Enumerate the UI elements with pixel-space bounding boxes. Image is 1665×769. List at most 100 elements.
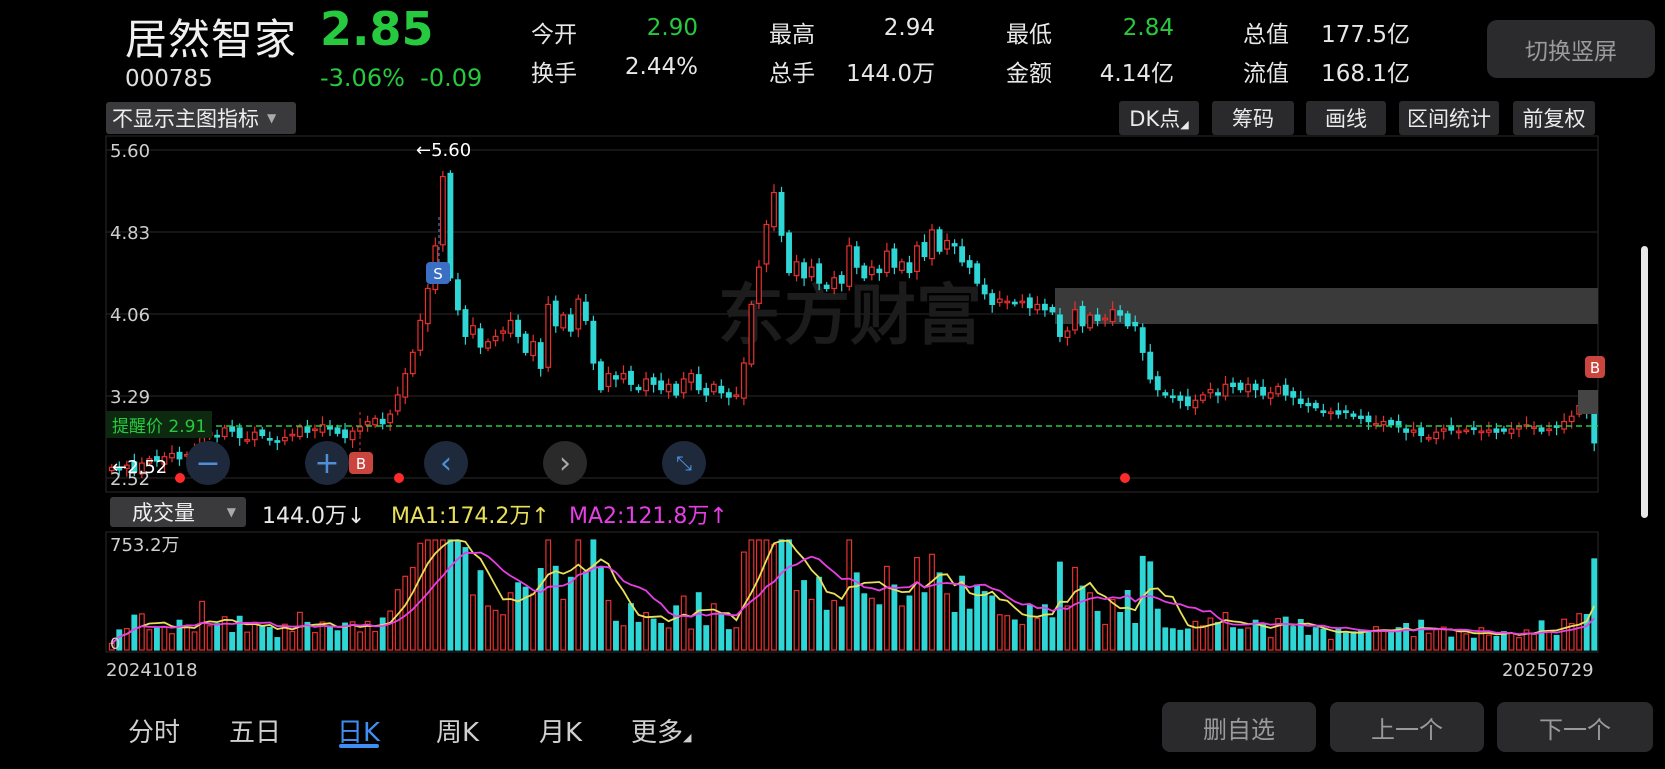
volume-bar [379,617,386,651]
volume-select[interactable]: 成交量 ▼ [110,497,246,527]
volume-bar [266,626,273,651]
candle-body [1425,436,1432,440]
volume-bar [1132,622,1139,651]
candle-body [771,191,777,228]
candle-body [1388,419,1394,426]
candle-body [470,325,476,335]
volume-bar [1508,632,1515,651]
candle-body [1335,410,1342,415]
volume-bar [620,625,627,651]
previous-stock-button[interactable]: 上一个 [1330,702,1484,752]
volume-bar [515,582,522,651]
plus-icon: + [314,445,340,481]
candle-body [1079,305,1086,327]
volume-bar [921,592,928,651]
volume-bar [966,608,973,651]
volume-bar [221,616,228,651]
volume-bar [296,611,303,651]
volume-bar [771,543,777,651]
tab-weekly-k[interactable]: 周K [436,712,479,749]
volume-bar [1109,599,1116,651]
collapse-button[interactable]: ⤡ [662,441,706,485]
volume-bar [695,592,702,651]
tab-monthly-k[interactable]: 月K [539,712,582,749]
candle-body [1561,420,1568,430]
volume-bar [823,609,830,651]
candle-body [560,314,567,329]
tab-five-day[interactable]: 五日 [229,712,281,749]
event-dot [1120,473,1130,483]
next-stock-button[interactable]: 下一个 [1497,702,1653,752]
candle-body [176,451,183,460]
volume-bar [793,589,800,651]
candle-body [372,417,379,426]
candle-body [229,426,236,432]
volume-max-label: 753.2万 [110,535,180,556]
kline-chart[interactable]: 东方财富 5.604.834.063.292.52 ←5.60 ←2.52 S … [0,0,1665,769]
candle-body [1252,383,1259,391]
volume-bar [801,580,808,651]
volume-bar [1154,608,1161,651]
volume-bar [1576,613,1583,651]
event-dot [394,473,404,483]
candle-body [868,266,875,276]
candle-body [838,275,845,284]
candle-body [1493,428,1500,433]
volume-bar [1049,617,1056,651]
volume-bar [327,625,333,651]
tab-intraday[interactable]: 分时 [128,712,180,749]
tab-more[interactable]: 更多◢ [631,712,691,749]
volume-bar [417,542,424,651]
volume-bar [485,605,491,651]
candle-body [477,328,484,348]
gray-range-band [1055,288,1598,324]
volume-bar [357,631,364,651]
candle-body [1230,382,1236,388]
candle-body [1004,300,1011,304]
scrollbar[interactable] [1641,246,1648,518]
candle-body [846,245,853,287]
volume-bar [537,567,544,651]
volume-bar [628,603,634,651]
collapse-icon: ⤡ [676,451,692,475]
volume-bar [1117,611,1124,651]
candle-body [996,298,1003,303]
candle-body [816,263,823,284]
volume-bar [439,539,446,651]
volume-bar [590,539,597,651]
volume-bar [1207,617,1214,651]
candle-body [515,319,522,337]
candle-body [778,191,785,236]
volume-bar [1094,610,1101,651]
volume-bar [1162,627,1169,651]
candle-body [1275,385,1282,395]
alert-price-label[interactable]: 提醒价 2.91 [106,411,213,438]
remove-watchlist-button[interactable]: 删自选 [1162,702,1316,752]
candle-body [545,303,552,368]
candle-body [447,172,454,279]
candle-body [831,277,838,290]
volume-bar [1591,558,1598,651]
volume-bar [1455,628,1462,651]
candle-body [703,387,710,396]
scroll-right-button[interactable]: › [543,441,587,485]
candle-body [966,260,973,268]
tab-more-label: 更多 [631,718,684,748]
volume-bar [1516,637,1522,651]
volume-bar [673,605,680,651]
zoom-in-button[interactable]: + [305,441,349,485]
price-tick-label: 3.29 [110,387,150,408]
candle-body [1470,427,1477,431]
candle-body [342,429,348,439]
zoom-out-button[interactable]: − [186,441,230,485]
scroll-left-button[interactable]: ‹ [424,441,468,485]
candle-body [695,374,702,391]
candle-body [921,242,928,258]
volume-bar [244,631,251,651]
candle-body [944,239,950,250]
high-marker: ←5.60 [416,140,471,161]
volume-bar [1139,555,1146,651]
volume-bar [575,539,582,651]
volume-bar [597,566,604,651]
chevron-right-icon: › [559,445,571,481]
